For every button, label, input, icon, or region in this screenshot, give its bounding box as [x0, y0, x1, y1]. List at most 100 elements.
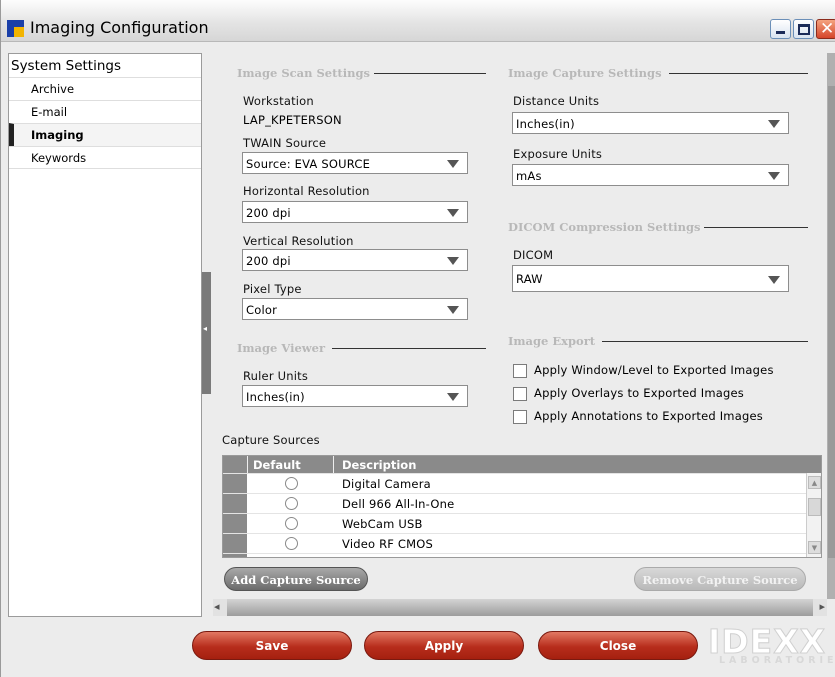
- checkbox-annotations[interactable]: [513, 410, 527, 424]
- distance-units-value: Inches(in): [516, 117, 575, 131]
- vertical-resolution-select[interactable]: 200 dpi: [242, 249, 468, 271]
- table-scroll-thumb[interactable]: [808, 498, 821, 516]
- nav-item-imaging[interactable]: Imaging: [9, 123, 201, 146]
- logo-subtext: LABORATORIES: [719, 655, 835, 666]
- ruler-units-select[interactable]: Inches(in): [242, 385, 468, 407]
- minimize-button[interactable]: [770, 19, 791, 39]
- close-icon: ✕: [820, 19, 835, 39]
- add-capture-source-button[interactable]: Add Capture Source: [224, 567, 368, 591]
- window-title: Imaging Configuration: [30, 18, 209, 37]
- title-bar[interactable]: Imaging Configuration ✕: [1, 0, 835, 42]
- table-row-partial[interactable]: [223, 553, 806, 558]
- remove-capture-source-button[interactable]: Remove Capture Source: [634, 567, 806, 591]
- exposure-units-value: mAs: [516, 169, 542, 183]
- section-title-dicom: DICOM Compression Settings: [508, 220, 701, 234]
- horizontal-resolution-label: Horizontal Resolution: [243, 184, 370, 198]
- close-button[interactable]: Close: [538, 631, 698, 660]
- horizontal-resolution-value: 200 dpi: [246, 206, 291, 220]
- checkbox-overlays[interactable]: [513, 387, 527, 401]
- imaging-configuration-window: Imaging Configuration ✕ System Settings …: [0, 0, 835, 677]
- row-description: WebCam USB: [342, 517, 423, 531]
- column-header-default[interactable]: Default: [253, 458, 301, 472]
- nav-header: System Settings: [11, 58, 122, 74]
- pixel-type-label: Pixel Type: [243, 282, 302, 296]
- horizontal-scrollbar[interactable]: [213, 599, 827, 616]
- row-description: Dell 966 All-In-One: [342, 497, 455, 511]
- pixel-type-select[interactable]: Color: [242, 298, 468, 320]
- scroll-down-icon[interactable]: ▼: [808, 541, 821, 554]
- checkbox-window-level-label: Apply Window/Level to Exported Images: [534, 363, 774, 377]
- chevron-down-icon: [447, 393, 459, 401]
- nav-item-email[interactable]: E-mail: [9, 100, 201, 123]
- chevron-down-icon: [768, 120, 780, 128]
- table-row[interactable]: WebCam USB: [223, 513, 806, 533]
- checkbox-overlays-label: Apply Overlays to Exported Images: [534, 386, 744, 400]
- chevron-down-icon: [768, 276, 780, 284]
- collapse-panel-handle[interactable]: ◂: [202, 272, 211, 394]
- section-divider: [602, 341, 808, 342]
- default-radio[interactable]: [285, 477, 298, 490]
- ruler-units-label: Ruler Units: [243, 369, 309, 383]
- chevron-down-icon: [447, 160, 459, 168]
- dicom-value: RAW: [516, 272, 543, 286]
- dicom-label: DICOM: [513, 248, 554, 262]
- default-radio[interactable]: [285, 537, 298, 550]
- row-selector[interactable]: [223, 514, 247, 533]
- minimize-icon: [776, 31, 785, 34]
- save-button[interactable]: Save: [192, 631, 352, 660]
- maximize-button[interactable]: [793, 19, 814, 39]
- row-selector[interactable]: [223, 534, 247, 553]
- table-row[interactable]: Digital Camera: [223, 473, 806, 493]
- horizontal-resolution-select[interactable]: 200 dpi: [242, 201, 468, 223]
- nav-item-keywords[interactable]: Keywords: [9, 146, 201, 169]
- column-divider: [333, 456, 334, 473]
- twain-source-value: Source: EVA SOURCE: [246, 157, 371, 171]
- twain-source-label: TWAIN Source: [243, 136, 327, 150]
- section-title-scan: Image Scan Settings: [237, 66, 370, 80]
- chevron-down-icon: [447, 306, 459, 314]
- exposure-units-select[interactable]: mAs: [512, 164, 789, 186]
- idexx-logo: IDEXX LABORATORIES: [705, 622, 835, 668]
- app-icon: [7, 20, 24, 37]
- vertical-resolution-value: 200 dpi: [246, 254, 291, 268]
- row-selector[interactable]: [223, 494, 247, 513]
- default-radio[interactable]: [285, 497, 298, 510]
- table-row[interactable]: Dell 966 All-In-One: [223, 493, 806, 513]
- collapse-left-icon: ◂: [203, 324, 208, 333]
- table-header: Default Description: [223, 456, 821, 473]
- row-description: Video RF CMOS: [342, 537, 434, 551]
- distance-units-label: Distance Units: [513, 94, 600, 108]
- dicom-select[interactable]: RAW: [512, 265, 789, 292]
- default-radio[interactable]: [285, 557, 298, 558]
- section-title-capture: Image Capture Settings: [508, 66, 662, 80]
- apply-button[interactable]: Apply: [364, 631, 524, 660]
- column-header-description[interactable]: Description: [342, 458, 416, 472]
- distance-units-select[interactable]: Inches(in): [512, 112, 789, 134]
- section-title-export: Image Export: [508, 334, 596, 348]
- section-divider: [704, 227, 808, 228]
- table-row[interactable]: Video RF CMOS: [223, 533, 806, 553]
- row-selector[interactable]: [223, 474, 247, 493]
- twain-source-select[interactable]: Source: EVA SOURCE: [242, 152, 468, 174]
- column-divider: [247, 456, 248, 473]
- pixel-type-value: Color: [246, 303, 278, 317]
- capture-sources-table: Default Description Digital Camera Dell …: [222, 455, 822, 558]
- nav-item-archive[interactable]: Archive: [9, 77, 201, 100]
- default-radio[interactable]: [285, 517, 298, 530]
- vertical-resolution-label: Vertical Resolution: [243, 234, 354, 248]
- workstation-label: Workstation: [243, 94, 314, 108]
- row-selector[interactable]: [223, 554, 247, 557]
- scroll-up-icon[interactable]: ▲: [808, 476, 821, 489]
- vertical-scroll-thumb[interactable]: [828, 86, 835, 558]
- table-scrollbar[interactable]: ▲ ▼: [806, 473, 821, 557]
- settings-nav: System Settings Archive E-mail Imaging K…: [8, 53, 202, 617]
- capture-sources-label: Capture Sources: [222, 433, 320, 447]
- ruler-units-value: Inches(in): [246, 390, 305, 404]
- chevron-down-icon: [447, 209, 459, 217]
- exposure-units-label: Exposure Units: [513, 147, 603, 161]
- checkbox-window-level[interactable]: [513, 364, 527, 378]
- checkbox-annotations-label: Apply Annotations to Exported Images: [534, 409, 763, 423]
- section-divider: [374, 73, 486, 74]
- section-title-viewer: Image Viewer: [237, 341, 326, 355]
- close-window-button[interactable]: ✕: [816, 19, 835, 39]
